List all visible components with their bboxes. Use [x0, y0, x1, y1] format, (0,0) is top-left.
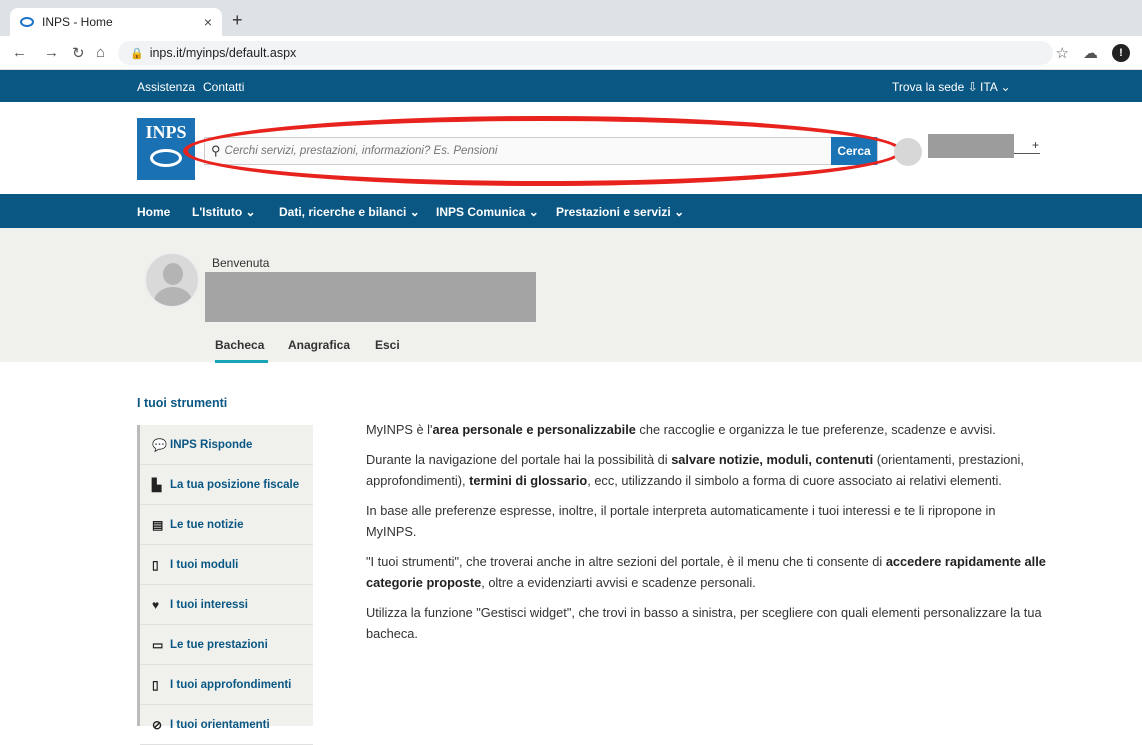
browser-tabbar: INPS - Home × +	[0, 0, 1142, 36]
close-tab-icon[interactable]: ×	[204, 14, 212, 30]
paragraph-2: Durante la navigazione del portale hai l…	[366, 452, 1024, 488]
document-icon: ▯	[152, 557, 159, 572]
tool-approfondimenti[interactable]: ▯ I tuoi approfondimenti	[140, 665, 313, 705]
tool-label: I tuoi interessi	[170, 598, 248, 611]
tool-label: I tuoi approfondimenti	[170, 678, 292, 691]
lock-icon: 🔒	[130, 47, 144, 60]
tool-label: La tua posizione fiscale	[170, 478, 300, 491]
profile-name-redacted	[205, 272, 536, 322]
tool-label: Le tue prestazioni	[170, 638, 268, 651]
nav-istituto[interactable]: L'Istituto ⌄	[192, 205, 256, 219]
tab-bacheca[interactable]: Bacheca	[215, 338, 269, 363]
document-icon: ▯	[152, 677, 159, 692]
address-bar[interactable]: 🔒 inps.it/myinps/default.aspx	[118, 41, 1053, 65]
nav-dati-ricerche[interactable]: Dati, ricerche e bilanci ⌄	[279, 205, 420, 219]
chevron-down-icon: ⌄	[1000, 80, 1011, 94]
language-label: ITA	[980, 80, 998, 94]
tool-prestazioni[interactable]: ▭ Le tue prestazioni	[140, 625, 313, 665]
paragraph-4: "I tuoi strumenti", che troverai anche i…	[366, 554, 1046, 590]
tool-label: I tuoi orientamenti	[170, 718, 270, 731]
trova-sede-label: Trova la sede	[892, 80, 965, 94]
extension-cloud-icon[interactable]: ☁	[1083, 44, 1098, 62]
tools-menu: 💬 INPS Risponde ▙ La tua posizione fiscale…	[137, 425, 313, 745]
site-header: INPS ⚲ Cerca +	[0, 102, 1142, 194]
tab-title: INPS - Home	[42, 15, 113, 29]
tool-orientamenti[interactable]: ⊘ I tuoi orientamenti	[140, 705, 313, 745]
user-underline	[1014, 153, 1040, 154]
tool-posizione-fiscale[interactable]: ▙ La tua posizione fiscale	[140, 465, 313, 505]
browser-toolbar: ← → ↻ ⌂ 🔒 inps.it/myinps/default.aspx ☆ …	[0, 36, 1142, 70]
new-tab-button[interactable]: +	[232, 10, 243, 31]
logo-swirl-icon	[150, 149, 182, 167]
tool-notizie[interactable]: ▤ Le tue notizie	[140, 505, 313, 545]
nav-prestazioni-label: Prestazioni e servizi	[556, 205, 671, 219]
user-menu-plus-icon[interactable]: +	[1032, 138, 1039, 152]
tool-label: Le tue notizie	[170, 518, 244, 531]
user-name-redacted[interactable]	[928, 134, 1014, 158]
main-navigation: Home L'Istituto ⌄ Dati, ricerche e bilan…	[0, 194, 1142, 228]
assistenza-link[interactable]: Assistenza	[137, 80, 195, 94]
nav-istituto-label: L'Istituto	[192, 205, 243, 219]
tools-title: I tuoi strumenti	[137, 396, 228, 410]
chevron-down-icon: ⌄	[409, 205, 420, 219]
tool-moduli[interactable]: ▯ I tuoi moduli	[140, 545, 313, 585]
nav-inps-comunica[interactable]: INPS Comunica ⌄	[436, 205, 539, 219]
language-selector[interactable]: ITA ⌄	[980, 80, 1011, 94]
tool-label: I tuoi moduli	[170, 558, 239, 571]
tool-inps-risponde[interactable]: 💬 INPS Risponde	[140, 425, 313, 465]
utility-bar: Assistenza Contatti Trova la sede ⇩ ITA …	[0, 70, 1142, 102]
chat-icon: 💬	[152, 437, 167, 452]
forward-arrow-icon[interactable]: →	[44, 44, 59, 61]
browser-tab[interactable]: INPS - Home ×	[10, 8, 222, 36]
home-icon[interactable]: ⌂	[96, 44, 105, 61]
tool-label: INPS Risponde	[170, 438, 253, 451]
trova-sede-link[interactable]: Trova la sede ⇩	[892, 80, 978, 94]
documents-icon: ▙	[152, 477, 162, 492]
back-arrow-icon[interactable]: ←	[12, 44, 27, 61]
inbox-icon: ▭	[152, 637, 164, 652]
nav-comunica-label: INPS Comunica	[436, 205, 526, 219]
nav-dati-label: Dati, ricerche e bilanci	[279, 205, 407, 219]
newspaper-icon: ▤	[152, 517, 164, 532]
compass-icon: ⊘	[152, 717, 163, 732]
highlight-oval	[183, 116, 903, 186]
chevron-down-icon: ⌄	[245, 205, 256, 219]
chevron-down-icon: ⌄	[674, 205, 685, 219]
profile-alert-icon[interactable]: !	[1112, 44, 1130, 62]
inps-favicon-icon	[20, 17, 34, 27]
logo-text: INPS	[145, 122, 187, 142]
heart-icon: ♥	[152, 597, 160, 612]
nav-prestazioni-servizi[interactable]: Prestazioni e servizi ⌄	[556, 205, 684, 219]
reload-icon[interactable]: ↻	[72, 44, 85, 62]
paragraph-3: In base alle preferenze espresse, inoltr…	[366, 503, 996, 539]
paragraph-1: MyINPS è l'area personale e personalizza…	[366, 422, 996, 437]
tab-anagrafica[interactable]: Anagrafica	[288, 338, 350, 352]
myinps-description: MyINPS è l'area personale e personalizza…	[366, 419, 1046, 653]
profile-avatar	[144, 252, 200, 308]
url-text: inps.it/myinps/default.aspx	[149, 46, 297, 60]
nav-home[interactable]: Home	[137, 205, 170, 219]
welcome-text: Benvenuta	[212, 256, 270, 270]
paragraph-5: Utilizza la funzione "Gestisci widget", …	[366, 605, 1042, 641]
location-pin-icon: ⇩	[967, 80, 978, 94]
bookmark-star-icon[interactable]: ☆	[1056, 44, 1069, 62]
chevron-down-icon: ⌄	[528, 205, 539, 219]
profile-section: Benvenuta Bacheca Anagrafica Esci	[0, 228, 1142, 363]
user-avatar[interactable]	[894, 138, 922, 166]
contatti-link[interactable]: Contatti	[203, 80, 244, 94]
tab-esci[interactable]: Esci	[375, 338, 400, 352]
tool-interessi[interactable]: ♥ I tuoi interessi	[140, 585, 313, 625]
